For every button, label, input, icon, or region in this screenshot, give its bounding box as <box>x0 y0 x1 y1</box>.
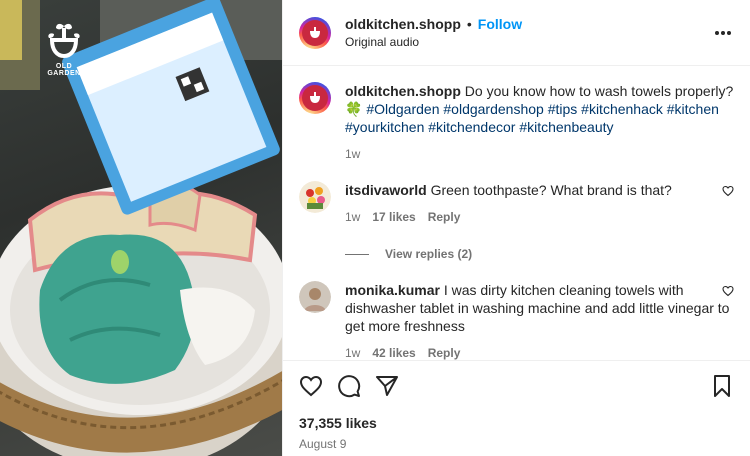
author-avatar-logo <box>302 19 328 46</box>
watermark-text: OLD GARDEN <box>47 63 81 77</box>
caption-username[interactable]: oldkitchen.shopp <box>345 83 461 99</box>
post-actions: 37,355 likes August 9 <box>283 360 750 451</box>
save-bookmark-icon[interactable] <box>710 374 734 398</box>
pot-icon <box>310 26 320 38</box>
commenter-avatar[interactable] <box>299 281 331 313</box>
comment-body: monika.kumar I was dirty kitchen cleanin… <box>345 281 734 362</box>
post-viewer: OLD GARDEN oldkitchen.shopp • Follow Ori… <box>0 0 750 456</box>
comment: monika.kumar I was dirty kitchen cleanin… <box>299 281 734 362</box>
like-comment-heart-icon[interactable] <box>722 285 734 297</box>
post-panel: oldkitchen.shopp • Follow Original audio <box>282 0 750 456</box>
comment-username[interactable]: monika.kumar <box>345 282 440 298</box>
share-icon[interactable] <box>375 374 399 398</box>
caption-time[interactable]: 1w <box>345 145 360 163</box>
caption-hashtags[interactable]: #Oldgarden #oldgardenshop #tips #kitchen… <box>345 101 719 135</box>
audio-link[interactable]: Original audio <box>345 35 714 49</box>
comment-icon[interactable] <box>337 374 361 398</box>
sprout-logo-icon <box>48 23 80 59</box>
post-media[interactable]: OLD GARDEN <box>0 0 282 456</box>
pot-icon <box>310 92 320 103</box>
brand-watermark: OLD GARDEN <box>40 20 88 77</box>
comment-time[interactable]: 1w <box>345 208 360 226</box>
header-title-line: oldkitchen.shopp • Follow <box>345 16 714 32</box>
post-date[interactable]: August 9 <box>299 437 734 451</box>
caption: oldkitchen.shopp Do you know how to wash… <box>299 82 734 163</box>
more-icon[interactable] <box>714 30 732 36</box>
likes-count[interactable]: 37,355 likes <box>299 415 734 431</box>
caption-meta: 1w <box>345 145 734 163</box>
comments-section: oldkitchen.shopp Do you know how to wash… <box>283 66 750 362</box>
caption-avatar-logo <box>302 85 328 111</box>
author-username[interactable]: oldkitchen.shopp <box>345 16 461 32</box>
comment-username[interactable]: itsdivaworld <box>345 182 427 198</box>
comment-likes[interactable]: 17 likes <box>372 208 415 226</box>
commenter-avatar[interactable] <box>299 181 331 213</box>
header-text: oldkitchen.shopp • Follow Original audio <box>345 16 714 49</box>
comment: itsdivaworld Green toothpaste? What bran… <box>299 181 734 226</box>
like-comment-heart-icon[interactable] <box>722 185 734 197</box>
caption-text: Do you know how to wash towels properly? <box>464 83 734 99</box>
like-heart-icon[interactable] <box>299 374 323 398</box>
comment-body: itsdivaworld Green toothpaste? What bran… <box>345 181 734 226</box>
replies-divider <box>345 253 369 255</box>
comment-meta: 1w 17 likes Reply <box>345 208 734 226</box>
view-replies-label: View replies (2) <box>385 247 473 261</box>
clover-emoji: 🍀 <box>345 101 363 117</box>
view-replies-button[interactable]: View replies (2) <box>345 247 734 261</box>
comment-text: Green toothpaste? What brand is that? <box>430 182 672 198</box>
separator-dot: • <box>466 16 472 32</box>
follow-button[interactable]: Follow <box>478 16 522 32</box>
action-icons <box>299 373 734 399</box>
caption-body: oldkitchen.shopp Do you know how to wash… <box>345 82 734 163</box>
caption-avatar[interactable] <box>299 82 331 114</box>
post-header: oldkitchen.shopp • Follow Original audio <box>283 0 750 66</box>
reply-button[interactable]: Reply <box>428 208 461 226</box>
author-avatar[interactable] <box>299 16 331 49</box>
